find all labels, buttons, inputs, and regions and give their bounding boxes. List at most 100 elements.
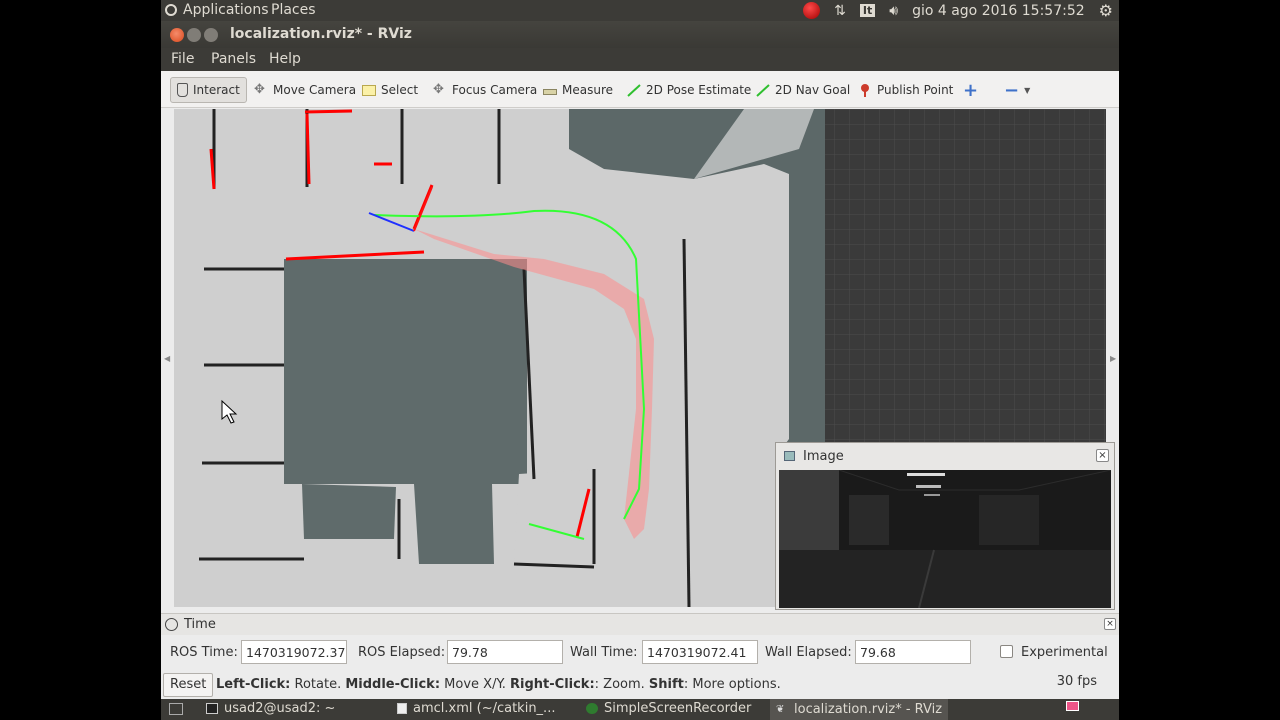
right-click-key: Right-Click: (510, 677, 595, 692)
bottom-taskbar: usad2@usad2: ~ amcl.xml (~/catkin_... Si… (161, 699, 1119, 720)
minimize-window-icon[interactable] (187, 28, 201, 42)
desktop-screen: Applications Places ⇅ It 🔊︎ gio 4 ago 20… (161, 0, 1119, 720)
remove-tool-button[interactable]: − ▼ (1004, 79, 1030, 101)
tool-focus-camera[interactable]: ✥ Focus Camera (433, 79, 537, 101)
move-arrows-icon: ✥ (254, 82, 265, 97)
right-click-text: : Zoom. (594, 677, 649, 692)
menu-file[interactable]: File (171, 51, 194, 67)
recorder-icon (586, 703, 598, 714)
tool-measure-label: Measure (562, 83, 613, 97)
wall-elapsed-field[interactable]: 79.68 (855, 640, 971, 664)
system-tray: ⇅ It 🔊︎ gio 4 ago 2016 15:57:52 ⚙ (803, 1, 1113, 20)
left-click-key: Left-Click: (216, 677, 291, 692)
time-panel-fields: ROS Time: 1470319072.37 ROS Elapsed: 79.… (161, 636, 1119, 670)
map-pin-icon (858, 83, 872, 97)
menu-help[interactable]: Help (269, 51, 301, 67)
middle-click-text: Move X/Y. (440, 677, 511, 692)
occupied-block (284, 259, 527, 484)
tool-move-camera[interactable]: ✥ Move Camera (254, 79, 356, 101)
right-splitter-arrow-icon[interactable]: ▶ (1110, 354, 1116, 363)
camera-image (779, 470, 1111, 608)
volume-icon[interactable]: 🔊︎ (889, 3, 898, 19)
image-panel-title: Image (803, 449, 844, 464)
window-titlebar: localization.rviz* - RViz (161, 21, 1119, 48)
chevron-down-icon: ▼ (1024, 85, 1031, 95)
shift-key: Shift (648, 677, 684, 692)
menu-bar: File Panels Help (161, 48, 1119, 71)
tool-select-label: Select (381, 83, 419, 97)
right-room (529, 369, 604, 454)
close-window-icon[interactable] (170, 28, 184, 42)
minus-icon: − (1004, 79, 1020, 101)
applications-label: Applications (183, 2, 269, 18)
add-tool-button[interactable]: + (963, 79, 978, 101)
maximize-window-icon[interactable] (204, 28, 218, 42)
image-panel-header: Image × (776, 443, 1114, 469)
rviz-icon: ❦ (776, 704, 785, 715)
bottom-room (514, 469, 599, 569)
ros-time-label: ROS Time: (170, 645, 238, 660)
image-display-panel: Image × (775, 442, 1115, 610)
mouse-help-text: Left-Click: Rotate. Middle-Click: Move X… (216, 677, 781, 692)
middle-click-key: Middle-Click: (345, 677, 441, 692)
taskbar-item-label: SimpleScreenRecorder (604, 701, 752, 716)
trash-icon[interactable] (1066, 701, 1079, 711)
ubuntu-logo-icon (165, 4, 177, 16)
fps-counter: 30 fps (1056, 674, 1097, 689)
tool-2d-pose-estimate[interactable]: 2D Pose Estimate (627, 79, 751, 101)
wall-time-field[interactable]: 1470319072.41 (642, 640, 758, 664)
wall-time-label: Wall Time: (570, 645, 638, 660)
taskbar-item-label: amcl.xml (~/catkin_... (413, 701, 556, 716)
plus-icon: + (963, 79, 979, 101)
tool-measure[interactable]: Measure (543, 79, 613, 101)
wall-elapsed-label: Wall Elapsed: (765, 645, 852, 660)
tool-publish-point[interactable]: Publish Point (858, 79, 953, 101)
tool-2d-pose-estimate-label: 2D Pose Estimate (646, 83, 752, 97)
ros-elapsed-field[interactable]: 79.78 (447, 640, 563, 664)
tool-publish-point-label: Publish Point (877, 83, 954, 97)
tool-interact[interactable]: Interact (170, 77, 247, 103)
keyboard-layout-indicator[interactable]: It (859, 4, 876, 17)
record-indicator-icon[interactable] (803, 2, 821, 19)
menu-panels[interactable]: Panels (211, 51, 256, 67)
ros-elapsed-label: ROS Elapsed: (358, 645, 446, 660)
tool-focus-camera-label: Focus Camera (452, 83, 538, 97)
left-splitter-arrow-icon[interactable]: ◀ (164, 354, 170, 363)
lower-block-b (414, 484, 494, 564)
image-icon (784, 451, 795, 461)
show-desktop-icon[interactable] (169, 703, 183, 715)
window-title: localization.rviz* - RViz (230, 26, 412, 42)
taskbar-item-rviz[interactable]: ❦ localization.rviz* - RViz (770, 699, 949, 720)
network-arrows-icon[interactable]: ⇅ (834, 3, 846, 19)
focus-crosshair-icon: ✥ (433, 82, 444, 97)
tool-interact-label: Interact (193, 83, 240, 97)
tool-toolbar: Interact ✥ Move Camera Select ✥ Focus Ca… (161, 71, 1119, 108)
ruler-icon (543, 89, 557, 95)
text-editor-icon (397, 703, 407, 714)
taskbar-item-editor[interactable]: amcl.xml (~/catkin_... (397, 701, 555, 716)
tool-move-camera-label: Move Camera (273, 83, 357, 97)
places-menu[interactable]: Places (271, 2, 316, 18)
close-icon[interactable]: × (1104, 618, 1116, 630)
applications-menu[interactable]: Applications (165, 2, 269, 18)
taskbar-item-label: localization.rviz* - RViz (794, 702, 943, 717)
settings-gear-icon[interactable]: ⚙ (1099, 1, 1113, 20)
terminal-icon (206, 703, 218, 714)
ros-time-field[interactable]: 1470319072.37 (241, 640, 347, 664)
lower-block-a (302, 484, 396, 539)
tool-2d-nav-goal[interactable]: 2D Nav Goal (756, 79, 850, 101)
reset-button[interactable]: Reset (163, 673, 214, 697)
experimental-label: Experimental (1021, 645, 1108, 660)
green-arrow-icon (627, 83, 641, 97)
close-icon[interactable]: × (1096, 449, 1109, 462)
tool-select[interactable]: Select (362, 79, 418, 101)
hand-pointer-icon (177, 83, 188, 97)
tool-2d-nav-goal-label: 2D Nav Goal (775, 83, 851, 97)
green-arrow-icon (756, 83, 770, 97)
datetime-label[interactable]: gio 4 ago 2016 15:57:52 (912, 3, 1085, 19)
experimental-checkbox[interactable] (1000, 645, 1013, 658)
taskbar-item-terminal[interactable]: usad2@usad2: ~ (206, 701, 335, 716)
status-bar: Reset Left-Click: Rotate. Middle-Click: … (161, 671, 1119, 698)
taskbar-item-recorder[interactable]: SimpleScreenRecorder (586, 701, 751, 716)
system-top-panel: Applications Places ⇅ It 🔊︎ gio 4 ago 20… (161, 0, 1119, 21)
